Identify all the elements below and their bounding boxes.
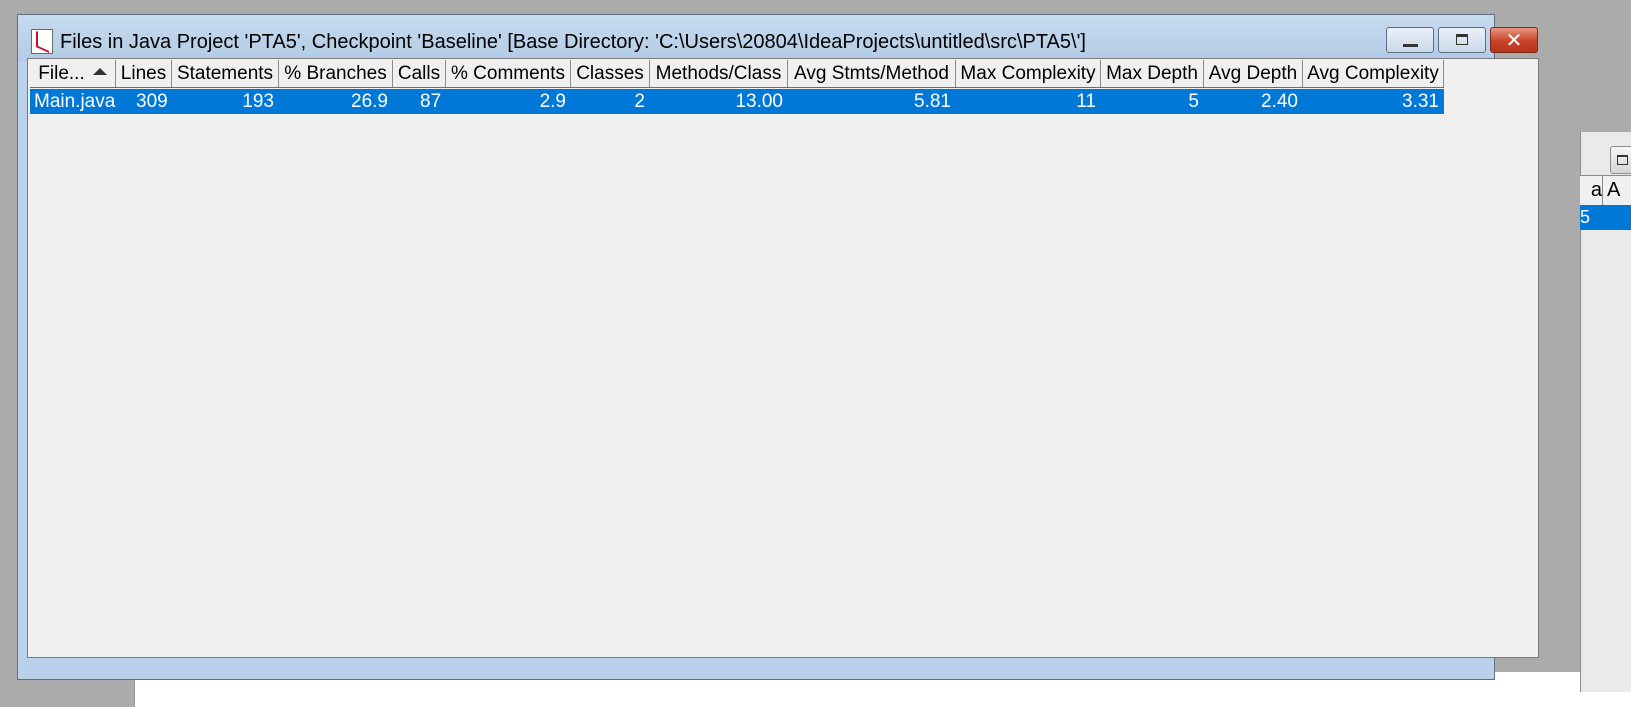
files-table: File... Lines Statements % Branches Call… [27,58,1539,658]
cell-calls: 87 [420,91,442,112]
column-header-calls[interactable]: Calls [393,60,446,87]
cell-lines: 309 [136,91,168,112]
column-header-methods-per-class[interactable]: Methods/Class [650,60,788,87]
minimize-button[interactable] [1386,27,1434,53]
app-icon[interactable] [31,29,53,54]
files-window: Files in Java Project 'PTA5', Checkpoint… [17,14,1539,680]
cell-statements: 193 [242,91,274,112]
background-table-header: a A [1580,175,1631,206]
sort-ascending-icon [92,67,107,76]
column-header-avg-stmts-per-method[interactable]: Avg Stmts/Method [788,60,956,87]
cell-file: Main.java [34,91,116,112]
cell-methods-per-class: 13.00 [735,91,783,112]
column-header-label: File... [38,63,85,84]
cell-comments: 2.9 [539,91,566,112]
maximize-icon [1617,155,1628,165]
column-header-branches[interactable]: % Branches [279,60,393,87]
cell-avg-stmts-per-method: 5.81 [914,91,951,112]
window-title: Files in Java Project 'PTA5', Checkpoint… [60,31,1086,53]
background-window-maximize-button[interactable] [1610,146,1631,174]
column-header-classes[interactable]: Classes [571,60,650,87]
column-header-max-complexity[interactable]: Max Complexity [956,60,1101,87]
maximize-button[interactable] [1438,27,1486,53]
table-header: File... Lines Statements % Branches Call… [30,60,1444,88]
column-header-lines[interactable]: Lines [116,60,172,87]
cell-classes: 2 [634,91,645,112]
background-header-cell[interactable]: A [1604,176,1620,205]
cell-max-complexity: 11 [1076,91,1096,112]
cell-avg-depth: 2.40 [1261,91,1298,112]
cell-branches: 26.9 [351,91,388,112]
title-bar[interactable]: Files in Java Project 'PTA5', Checkpoint… [18,15,1538,61]
background-table-row[interactable]: 5 [1580,205,1631,230]
column-header-comments[interactable]: % Comments [446,60,571,87]
minimize-icon [1403,44,1418,47]
table-row[interactable]: Main.java 309 193 26.9 87 2.9 2 13.00 5.… [30,89,1444,114]
background-header-cell[interactable]: a [1580,176,1603,205]
close-icon: ✕ [1505,28,1523,52]
column-header-statements[interactable]: Statements [172,60,279,87]
cell-avg-complexity: 3.31 [1402,91,1439,112]
close-button[interactable]: ✕ [1490,27,1538,53]
column-header-avg-depth[interactable]: Avg Depth [1204,60,1303,87]
cell-max-depth: 5 [1188,91,1199,112]
column-header-max-depth[interactable]: Max Depth [1101,60,1204,87]
column-header-avg-complexity[interactable]: Avg Complexity [1303,60,1444,87]
maximize-icon [1456,34,1468,45]
column-header-file[interactable]: File... [30,60,116,87]
